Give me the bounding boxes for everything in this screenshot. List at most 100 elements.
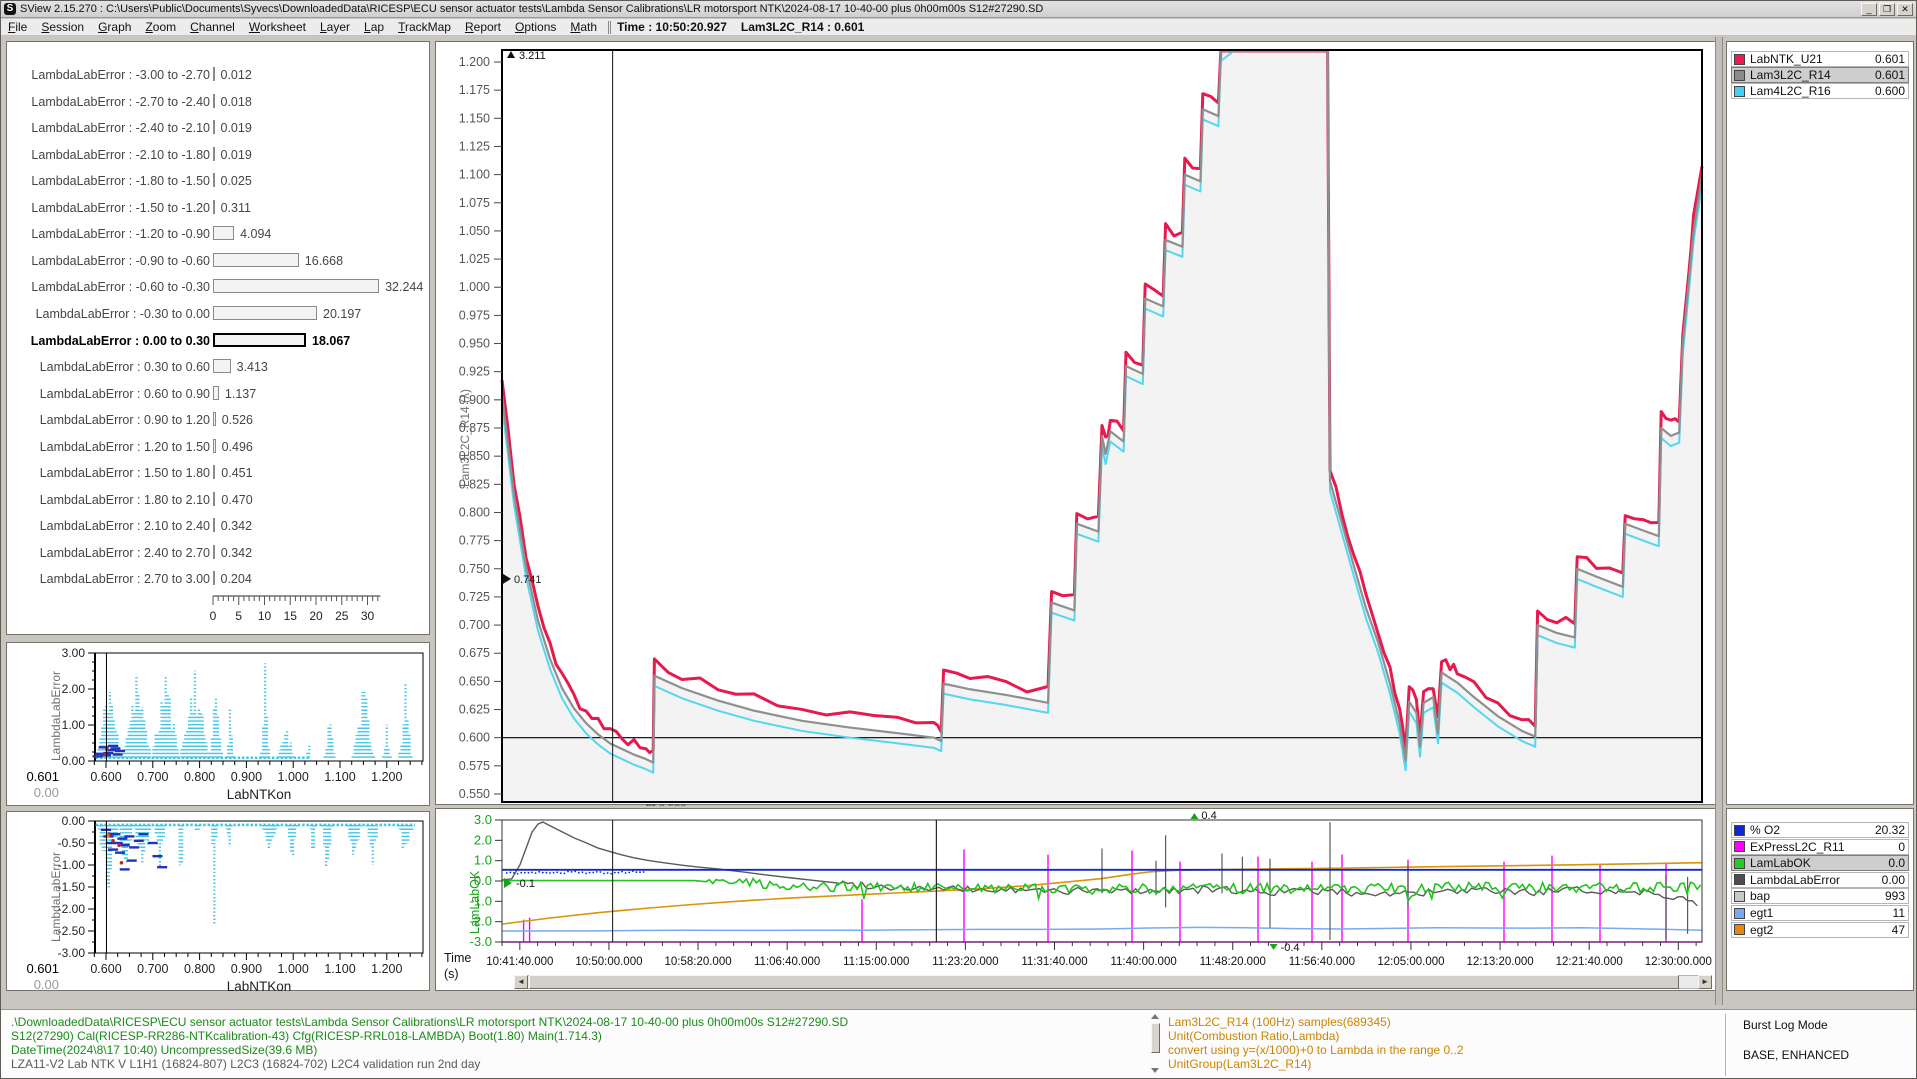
channel-color-swatch bbox=[1734, 908, 1745, 919]
series-egt1 bbox=[502, 927, 1702, 931]
histogram-bin-value: 18.067 bbox=[312, 334, 350, 348]
scroll-down-icon[interactable] bbox=[1151, 1068, 1159, 1073]
scatter-dense-point bbox=[115, 750, 125, 752]
channel-info-scroll-thumb[interactable] bbox=[1151, 1023, 1160, 1053]
main-chart-y-tick: 0.875 bbox=[459, 421, 490, 435]
histogram-row[interactable]: LambdaLabError : -2.10 to -1.800.019 bbox=[7, 146, 427, 164]
time-axis-tick: 12:13:20.000 bbox=[1466, 956, 1533, 968]
scatter-dense-point bbox=[120, 868, 130, 870]
histogram-bar bbox=[213, 94, 215, 108]
scatter-error-positive-panel[interactable]: LambdaLabError 3.002.001.000.000.6000.70… bbox=[6, 642, 430, 806]
lambda-error-histogram-panel[interactable]: LambdaLabError : -3.00 to -2.700.012 Lamb… bbox=[6, 41, 430, 635]
menu-lap[interactable]: Lap bbox=[357, 20, 391, 34]
scatter_error_neg[interactable]: 0.00-0.50-1.00-1.50-2.00-2.50-3.000.6000… bbox=[7, 812, 431, 992]
legend-item-labntk-u21[interactable]: LabNTK_U210.601 bbox=[1731, 51, 1909, 67]
main-lambda-chart[interactable]: 1.2001.1751.1501.1251.1001.0751.0501.025… bbox=[436, 42, 1720, 806]
menu-options[interactable]: Options bbox=[508, 20, 563, 34]
legend-item-egt1[interactable]: egt111 bbox=[1731, 905, 1909, 921]
histogram-row[interactable]: LambdaLabError : 0.00 to 0.3018.067 bbox=[7, 332, 427, 350]
restore-button[interactable]: ❐ bbox=[1879, 3, 1895, 16]
titlebar: S SView 2.15.270 : C:\Users\Public\Docum… bbox=[1, 1, 1916, 18]
scatter_error_pos[interactable]: 3.002.001.000.000.6000.7000.8000.9001.00… bbox=[7, 643, 431, 807]
histogram-row[interactable]: LambdaLabError : 0.60 to 0.901.137 bbox=[7, 385, 427, 403]
scatter-x-tick: 0.600 bbox=[90, 962, 121, 976]
log-note: LZA11-V2 Lab NTK V L1H1 (16824-807) L2C3… bbox=[11, 1057, 848, 1071]
menu-trackmap[interactable]: TrackMap bbox=[391, 20, 458, 34]
histogram-bin-value: 0.012 bbox=[221, 68, 252, 82]
menu-file[interactable]: File bbox=[1, 20, 34, 34]
menu-worksheet[interactable]: Worksheet bbox=[242, 20, 313, 34]
histogram-row[interactable]: LambdaLabError : -2.70 to -2.400.018 bbox=[7, 93, 427, 111]
scatter-x-tick: 1.000 bbox=[278, 770, 309, 784]
legend-item-bap[interactable]: bap993 bbox=[1731, 888, 1909, 904]
histogram-row[interactable]: LambdaLabError : 2.40 to 2.700.342 bbox=[7, 544, 427, 562]
histogram-row[interactable]: LambdaLabError : 2.10 to 2.400.342 bbox=[7, 517, 427, 535]
histogram-bin-value: 0.025 bbox=[221, 174, 252, 188]
histogram-axis-label: 0 bbox=[210, 609, 217, 623]
channel-value: 0.0 bbox=[1888, 856, 1908, 870]
histogram-bin-value: 0.496 bbox=[222, 440, 253, 454]
histogram-bin-value: 0.526 bbox=[222, 413, 253, 427]
main-chart-y-tick: 0.975 bbox=[459, 308, 490, 322]
menu-zoom[interactable]: Zoom bbox=[138, 20, 183, 34]
histogram-row[interactable]: LambdaLabError : -1.80 to -1.500.025 bbox=[7, 172, 427, 190]
histogram-row[interactable]: LambdaLabError : 1.20 to 1.500.496 bbox=[7, 438, 427, 456]
histogram-row[interactable]: LambdaLabError : -0.30 to 0.0020.197 bbox=[7, 305, 427, 323]
legend-item-lambdalaberror[interactable]: LambdaLabError0.00 bbox=[1731, 872, 1909, 888]
minimize-button[interactable]: _ bbox=[1861, 3, 1877, 16]
histogram-row[interactable]: LambdaLabError : 1.50 to 1.800.451 bbox=[7, 464, 427, 482]
legend-item-egt2[interactable]: egt247 bbox=[1731, 922, 1909, 938]
scatter-dense-point bbox=[113, 753, 123, 755]
histogram-row[interactable]: LambdaLabError : -1.20 to -0.904.094 bbox=[7, 225, 427, 243]
histogram-row[interactable]: LambdaLabError : 0.30 to 0.603.413 bbox=[7, 358, 427, 376]
legend-item-lam4l2c-r16[interactable]: Lam4L2C_R160.600 bbox=[1731, 83, 1909, 99]
lamlabok-chart[interactable]: 3.02.01.00.0-1.0-2.0-3.010:41:40.00010:5… bbox=[436, 809, 1720, 992]
menu-report[interactable]: Report bbox=[458, 20, 508, 34]
histogram-row[interactable]: LambdaLabError : 2.70 to 3.000.204 bbox=[7, 570, 427, 588]
legend-item-lam3l2c-r14[interactable]: Lam3L2C_R140.601 bbox=[1731, 67, 1909, 83]
histogram-bar bbox=[213, 173, 215, 187]
menu-session[interactable]: Session bbox=[34, 20, 91, 34]
scatter-y-tick: -0.50 bbox=[58, 836, 86, 850]
scatter-error-negative-panel[interactable]: LambdaLabError 0.00-0.50-1.00-1.50-2.00-… bbox=[6, 811, 430, 991]
histogram-bin-value: 0.470 bbox=[221, 493, 252, 507]
menu-graph[interactable]: Graph bbox=[91, 20, 138, 34]
histogram-row[interactable]: LambdaLabError : -0.90 to -0.6016.668 bbox=[7, 252, 427, 270]
menu-channel[interactable]: Channel bbox=[183, 20, 242, 34]
channel-name: Lam3L2C_R14 bbox=[1750, 68, 1875, 82]
histogram-bar bbox=[213, 412, 216, 426]
legend-item-lamlabok[interactable]: LamLabOK0.0 bbox=[1731, 855, 1909, 871]
histogram-bar bbox=[213, 279, 379, 293]
menu-layer[interactable]: Layer bbox=[313, 20, 357, 34]
panel-splitter[interactable] bbox=[1715, 37, 1723, 1005]
channel-value: 20.32 bbox=[1875, 823, 1908, 837]
channel-value: 0.00 bbox=[1882, 873, 1908, 887]
histogram-axis: 051015202530 bbox=[7, 594, 431, 634]
scroll-up-icon[interactable] bbox=[1151, 1014, 1159, 1019]
histogram-row[interactable]: LambdaLabError : -1.50 to -1.200.311 bbox=[7, 199, 427, 217]
menu-math[interactable]: Math bbox=[563, 20, 604, 34]
scatter-y-tick: -1.50 bbox=[58, 880, 86, 894]
main-lambda-chart-panel[interactable]: Lam3L2C_R14 (λ) 1.2001.1751.1501.1251.10… bbox=[435, 41, 1719, 805]
legend-item--o2[interactable]: % O220.32 bbox=[1731, 822, 1909, 838]
main-chart-y-tick: 1.000 bbox=[459, 280, 490, 294]
log-file-info: .\DownloadedData\RICESP\ECU sensor actua… bbox=[11, 1015, 848, 1071]
histogram-bin-label: LambdaLabError : -0.60 to -0.30 bbox=[7, 280, 210, 294]
time-axis-tick: 11:48:20.000 bbox=[1200, 956, 1266, 968]
channel-name: LambdaLabError bbox=[1750, 873, 1882, 887]
histogram-row[interactable]: LambdaLabError : -2.40 to -2.100.019 bbox=[7, 119, 427, 137]
channel-info-scrollbar[interactable] bbox=[1151, 1013, 1161, 1075]
main-chart-legend-panel: LabNTK_U210.601Lam3L2C_R140.601Lam4L2C_R… bbox=[1726, 41, 1914, 805]
time-axis-tick: 10:41:40.000 bbox=[486, 956, 553, 968]
histogram-row[interactable]: LambdaLabError : -0.60 to -0.3032.244 bbox=[7, 278, 427, 296]
histogram-row[interactable]: LambdaLabError : 1.80 to 2.100.470 bbox=[7, 491, 427, 509]
histogram-row[interactable]: LambdaLabError : 0.90 to 1.200.526 bbox=[7, 411, 427, 429]
close-button[interactable]: ✕ bbox=[1897, 3, 1913, 16]
main-chart-y-tick: 0.650 bbox=[459, 674, 490, 688]
lower-chart-y-tick: 0.0 bbox=[474, 873, 492, 888]
legend-item-expressl2c-r11[interactable]: ExPressL2C_R110 bbox=[1731, 839, 1909, 855]
histogram-bin-label: LambdaLabError : -0.90 to -0.60 bbox=[7, 254, 210, 268]
lamlabok-chart-panel[interactable]: LamLabOK ◄ ► 3.02.01.00.0-1.0-2.0-3.010:… bbox=[435, 808, 1719, 991]
histogram-row[interactable]: LambdaLabError : -3.00 to -2.700.012 bbox=[7, 66, 427, 84]
channel-value: 47 bbox=[1892, 923, 1908, 937]
